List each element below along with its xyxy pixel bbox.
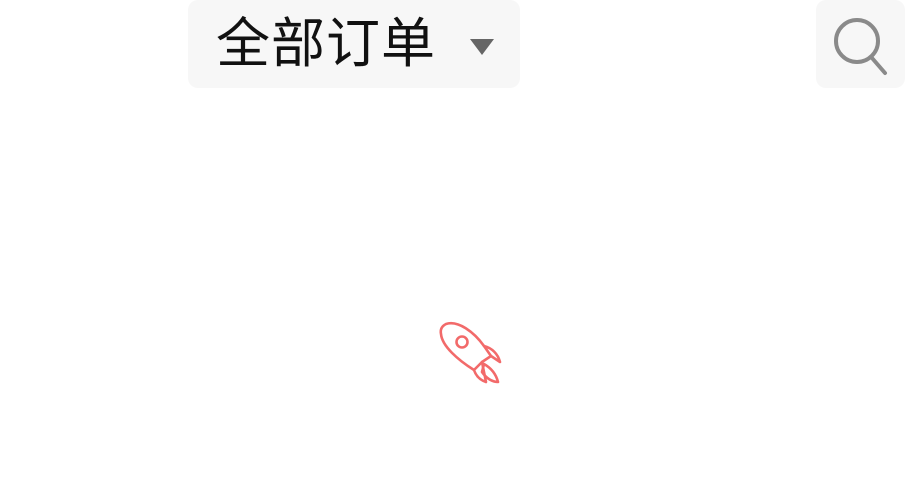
search-icon xyxy=(834,18,887,75)
rocket-icon xyxy=(439,321,502,384)
order-filter-dropdown[interactable]: 全部订单 xyxy=(188,0,520,88)
caret-down-icon xyxy=(470,39,494,55)
order-filter-label: 全部订单 xyxy=(216,12,436,75)
search-button[interactable] xyxy=(816,0,905,88)
orders-screen: 全部订单 xyxy=(0,0,905,490)
